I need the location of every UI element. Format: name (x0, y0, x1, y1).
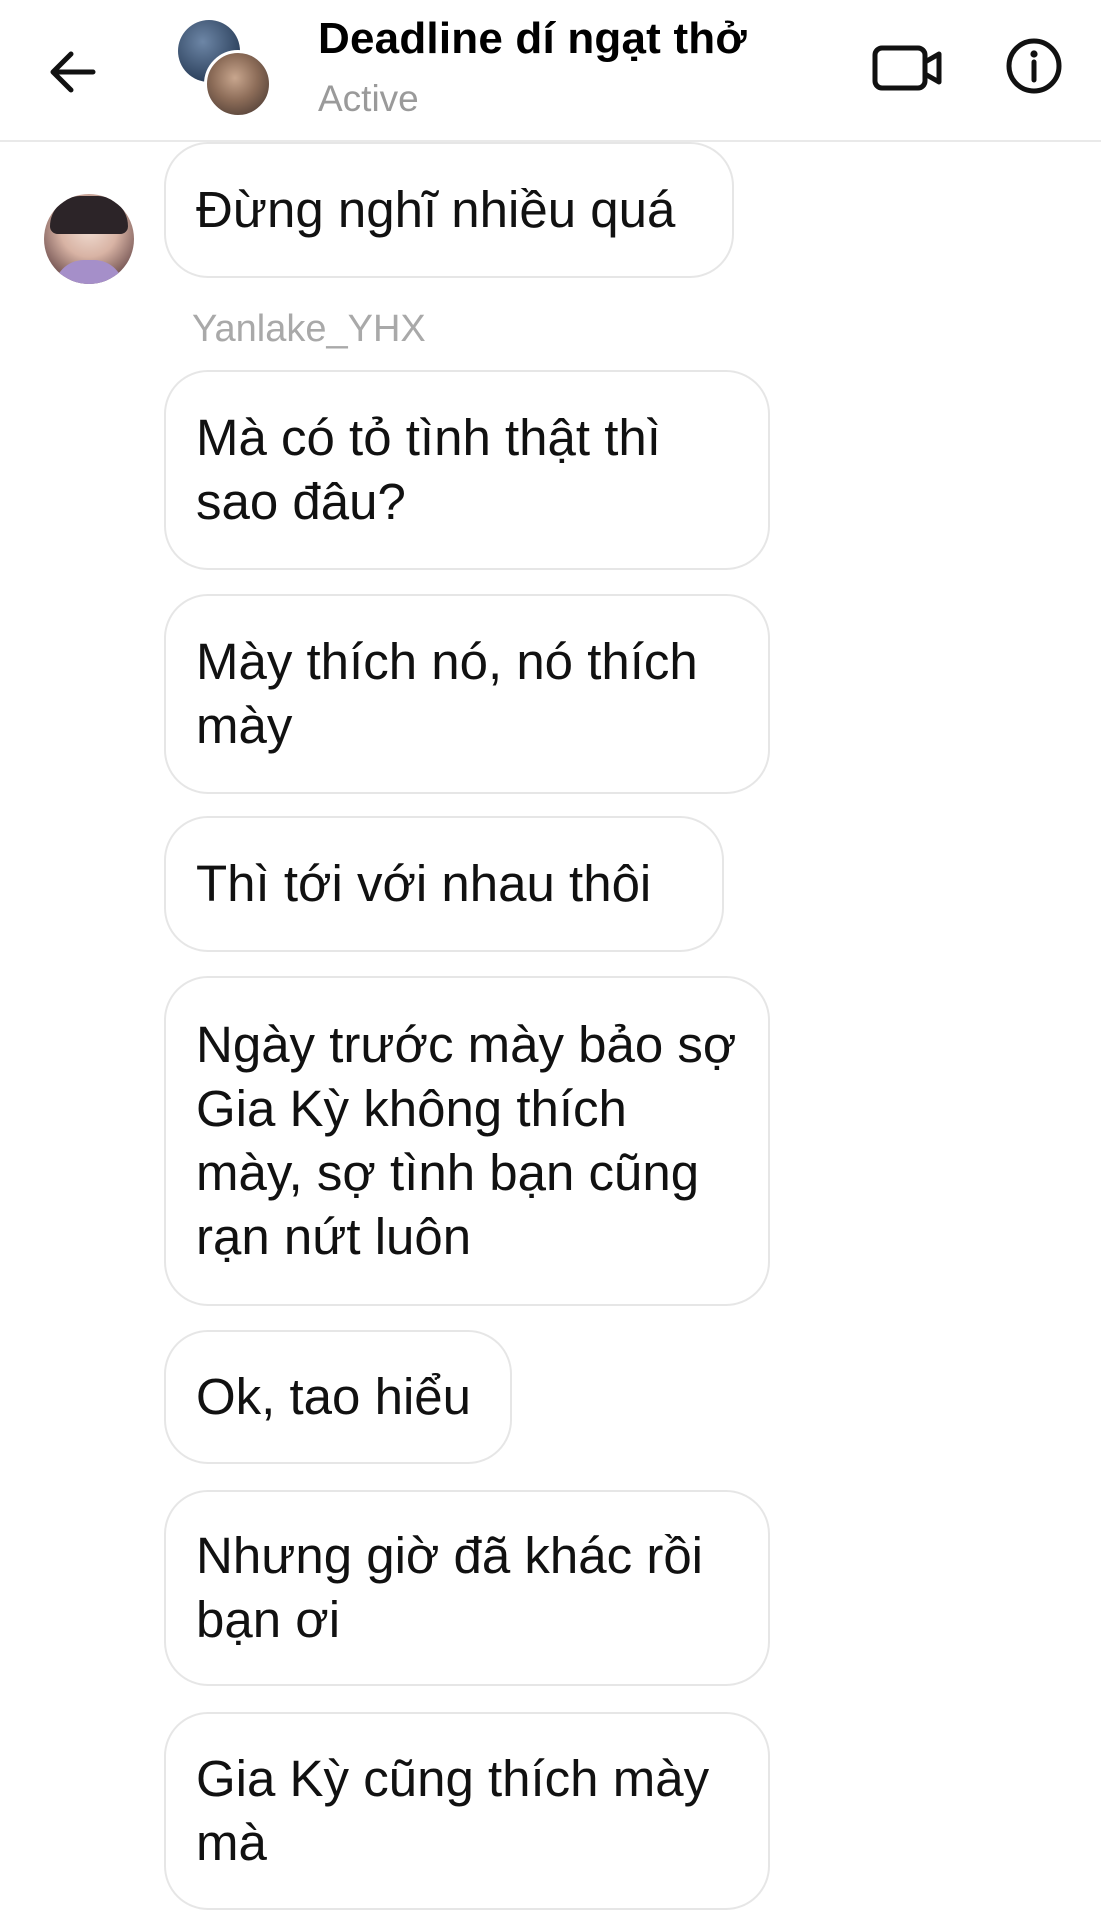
chat-title[interactable]: Deadline dí ngạt thở (318, 14, 747, 64)
video-call-button[interactable] (868, 36, 948, 100)
sender-name: Yanlake_YHX (192, 308, 426, 350)
info-button[interactable] (998, 30, 1070, 102)
sender-avatar[interactable] (44, 194, 134, 284)
message-bubble[interactable]: Nhưng giờ đã khác rồi bạn ơi (164, 1490, 770, 1686)
message-bubble[interactable]: Gia Kỳ cũng thích mày mà (164, 1712, 770, 1910)
message-text: Ngày trước mày bảo sợ Gia Kỳ không thích… (196, 1016, 737, 1265)
message-text: Đừng nghĩ nhiều quá (196, 181, 676, 238)
video-camera-icon (872, 45, 942, 91)
group-avatar-member-2 (204, 50, 272, 118)
message-bubble[interactable]: Ngày trước mày bảo sợ Gia Kỳ không thích… (164, 976, 770, 1306)
message-bubble[interactable]: Mà có tỏ tình thật thì sao đâu? (164, 370, 770, 570)
group-avatar[interactable] (178, 20, 272, 118)
active-status: Active (318, 78, 419, 119)
info-circle-icon (1006, 38, 1062, 94)
message-text: Ok, tao hiểu (196, 1368, 471, 1425)
message-bubble[interactable]: Đừng nghĩ nhiều quá (164, 142, 734, 278)
message-bubble[interactable]: Thì tới với nhau thôi (164, 816, 724, 952)
message-text: Gia Kỳ cũng thích mày mà (196, 1750, 710, 1871)
back-button[interactable] (38, 38, 106, 106)
chat-header: Deadline dí ngạt thở Active (0, 0, 1101, 142)
arrow-left-icon (50, 51, 96, 93)
message-text: Nhưng giờ đã khác rồi bạn ơi (196, 1527, 704, 1648)
message-bubble[interactable]: Mày thích nó, nó thích mày (164, 594, 770, 794)
message-text: Mà có tỏ tình thật thì sao đâu? (196, 409, 661, 530)
message-bubble[interactable]: Ok, tao hiểu (164, 1330, 512, 1464)
message-text: Thì tới với nhau thôi (196, 855, 652, 912)
message-text: Mày thích nó, nó thích mày (196, 633, 698, 754)
